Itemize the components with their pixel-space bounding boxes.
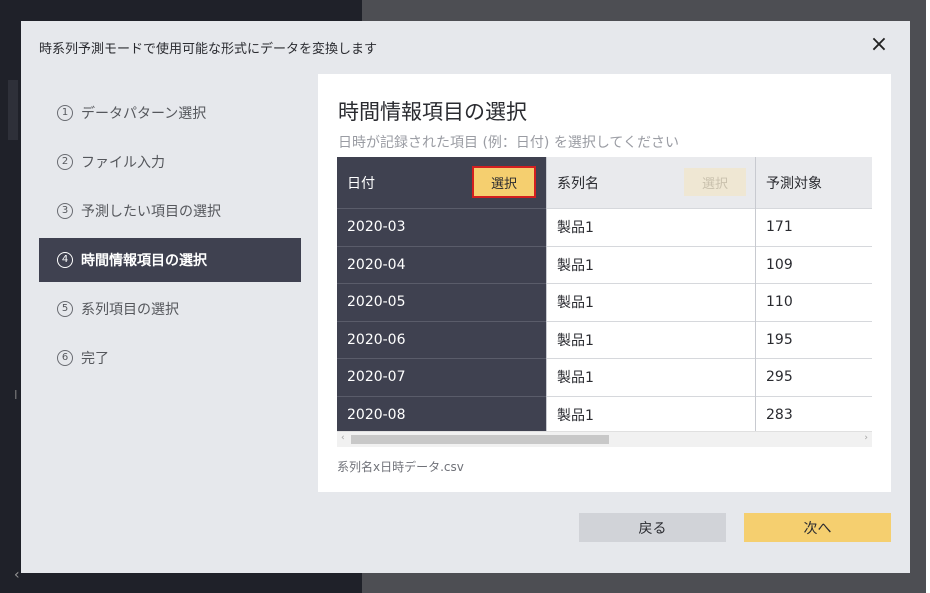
step-label: ファイル入力 <box>81 155 165 171</box>
back-button[interactable]: 戻る <box>579 513 726 542</box>
step-number-icon: 5 <box>57 301 73 317</box>
step-number-icon: 1 <box>57 105 73 121</box>
table-cell: 製品1 <box>547 320 756 359</box>
step-number-icon: 3 <box>57 203 73 219</box>
table-cell: 2020-06 <box>337 320 546 359</box>
column-series-name: 系列名 選択 製品1 製品1 製品1 製品1 製品1 製品1 <box>546 157 756 431</box>
step-number-icon: 2 <box>57 154 73 170</box>
select-date-button[interactable]: 選択 <box>472 166 536 198</box>
table-cell: 195 <box>756 320 872 359</box>
table-cell: 製品1 <box>547 245 756 284</box>
column-header-series: 系列名 選択 <box>547 157 756 208</box>
table-cell: 171 <box>756 208 872 246</box>
step-label: 時間情報項目の選択 <box>81 253 207 269</box>
table-cell: 製品1 <box>547 283 756 321</box>
table-cell: 2020-08 <box>337 395 546 432</box>
scrollbar-thumb[interactable] <box>351 435 609 444</box>
step-label: 完了 <box>81 351 109 367</box>
table-cell: 製品1 <box>547 358 756 396</box>
step-label: データパターン選択 <box>81 106 207 122</box>
table-cell: 295 <box>756 358 872 396</box>
step-number-icon: 4 <box>57 252 73 268</box>
step-number-icon: 6 <box>57 350 73 366</box>
column-date: 日付 選択 2020-03 2020-04 2020-05 2020-06 20… <box>337 157 546 431</box>
background-letter: I <box>14 388 18 402</box>
dialog-title: 時系列予測モードで使用可能な形式にデータを変換します <box>39 42 378 57</box>
file-name: 系列名x日時データ.csv <box>337 460 464 474</box>
step-item-5: 5 系列項目の選択 <box>39 287 301 331</box>
step-item-3: 3 予測したい項目の選択 <box>39 189 301 233</box>
step-item-6: 6 完了 <box>39 336 301 380</box>
table-cell: 109 <box>756 245 872 284</box>
step-label: 系列項目の選択 <box>81 302 179 318</box>
table-cell: 2020-07 <box>337 358 546 396</box>
step-item-4-active: 4 時間情報項目の選択 <box>39 238 301 282</box>
next-button[interactable]: 次へ <box>744 513 891 542</box>
table-cell: 283 <box>756 395 872 432</box>
close-icon[interactable]: × <box>868 34 890 56</box>
content-panel: 時間情報項目の選択 日時が記録された項目 (例：日付) を選択してください 日付… <box>318 74 891 492</box>
page-subtitle: 日時が記録された項目 (例：日付) を選択してください <box>338 135 679 151</box>
table-cell: 製品1 <box>547 208 756 246</box>
step-list: 1 データパターン選択 2 ファイル入力 3 予測したい項目の選択 4 時間情報… <box>39 91 301 385</box>
column-header-target: 予測対象 <box>756 157 872 208</box>
table-cell: 製品1 <box>547 395 756 432</box>
column-header-label: 系列名 <box>557 175 599 192</box>
background-arrow-icon: ‹ <box>14 567 20 583</box>
column-header-date: 日付 選択 <box>337 157 546 208</box>
step-item-2: 2 ファイル入力 <box>39 140 301 184</box>
background-frame <box>926 0 930 593</box>
step-label: 予測したい項目の選択 <box>81 204 221 220</box>
horizontal-scrollbar[interactable]: ‹ › <box>337 431 872 447</box>
table-cell: 2020-05 <box>337 283 546 321</box>
scroll-right-icon[interactable]: › <box>864 433 868 443</box>
page-title: 時間情報項目の選択 <box>338 100 527 124</box>
data-table: 日付 選択 2020-03 2020-04 2020-05 2020-06 20… <box>337 157 872 431</box>
column-prediction-target: 予測対象 171 109 110 195 295 283 <box>755 157 872 431</box>
conversion-dialog: 時系列予測モードで使用可能な形式にデータを変換します × 1 データパターン選択… <box>21 21 910 573</box>
select-series-button[interactable]: 選択 <box>684 168 746 196</box>
table-cell: 2020-04 <box>337 245 546 284</box>
background-strip <box>8 80 18 140</box>
table-cell: 2020-03 <box>337 208 546 246</box>
step-item-1: 1 データパターン選択 <box>39 91 301 135</box>
table-cell: 110 <box>756 283 872 321</box>
column-header-label: 予測対象 <box>766 175 822 192</box>
column-header-label: 日付 <box>347 175 375 192</box>
scroll-left-icon[interactable]: ‹ <box>341 433 345 443</box>
